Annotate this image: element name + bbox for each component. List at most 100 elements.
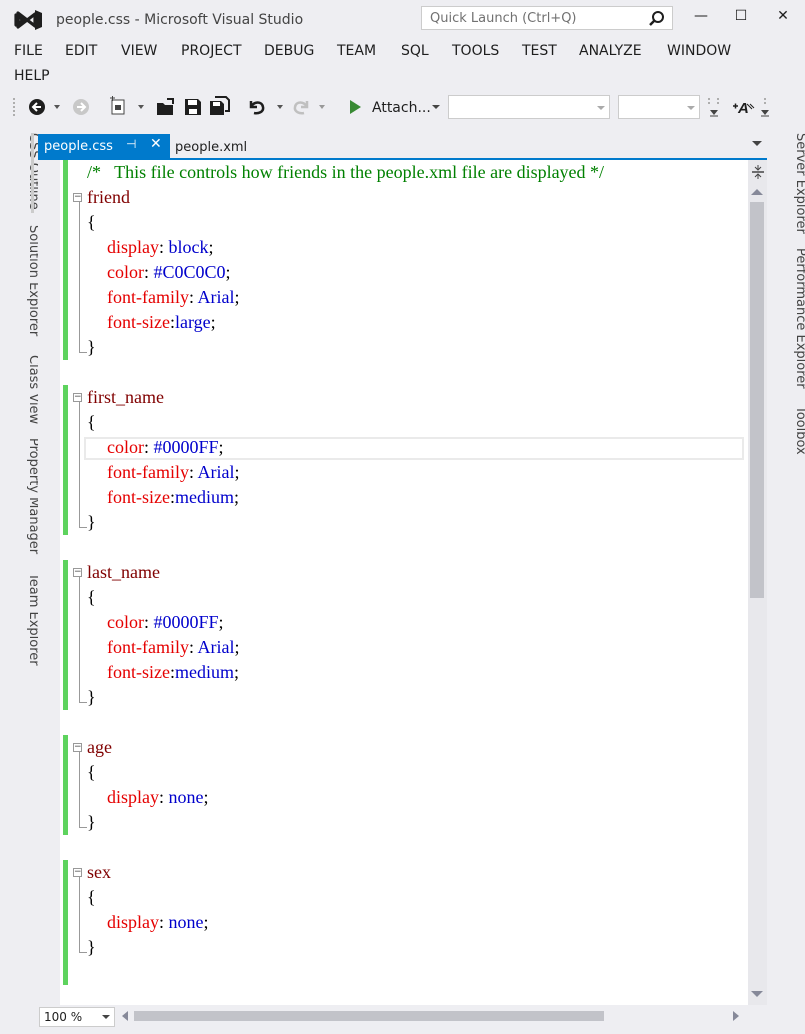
css-selector: friend [87, 187, 130, 207]
menu-debug[interactable]: DEBUG [264, 43, 314, 59]
css-selector: last_name [87, 562, 160, 582]
toolbar-grip-icon[interactable] [12, 96, 18, 120]
redo-icon[interactable] [292, 97, 332, 117]
css-semicolon: ; [234, 637, 240, 657]
close-tab-icon[interactable]: ✕ [150, 136, 162, 152]
css-property: font-size [107, 487, 170, 507]
css-value: large [175, 312, 211, 332]
tab-server-explorer[interactable]: Server Explorer [793, 133, 805, 234]
editor-margin [38, 160, 60, 1005]
save-all-icon[interactable] [208, 95, 232, 117]
menu-file[interactable]: FILE [14, 43, 43, 59]
forward-icon[interactable] [72, 98, 92, 116]
split-window-icon[interactable] [751, 164, 765, 180]
collapse-icon[interactable]: − [73, 393, 82, 402]
platform-combo[interactable] [618, 95, 700, 119]
css-declaration: font-size:large; [107, 310, 216, 335]
scroll-up-icon[interactable] [751, 188, 763, 196]
save-icon[interactable] [183, 97, 203, 117]
tab-toolbox[interactable]: Toolbox [793, 406, 805, 455]
css-separator: : [159, 912, 169, 932]
menu-test[interactable]: TEST [522, 43, 557, 59]
css-declaration: font-family: Arial; [107, 460, 240, 485]
maximize-button[interactable]: ☐ [730, 8, 752, 28]
close-brace: } [87, 337, 96, 357]
menu-window[interactable]: WINDOW [667, 43, 731, 59]
toolbar-options-icon[interactable] [705, 96, 723, 120]
change-indicator [63, 960, 68, 985]
css-selector: sex [87, 862, 111, 882]
css-separator: : [188, 637, 198, 657]
horizontal-scroll-thumb[interactable] [134, 1011, 604, 1021]
menu-project[interactable]: PROJECT [181, 43, 242, 59]
vertical-scroll-thumb[interactable] [750, 202, 764, 598]
css-value: #0000FF [153, 437, 219, 457]
css-semicolon: ; [203, 787, 209, 807]
overflow-icon[interactable] [760, 96, 770, 120]
search-icon[interactable] [648, 10, 666, 28]
attach-button[interactable]: Attach... [372, 100, 431, 116]
menu-sql[interactable]: SQL [401, 43, 429, 59]
configuration-combo[interactable] [448, 95, 610, 119]
tab-people-xml[interactable]: people.xml [175, 140, 247, 155]
menu-tools[interactable]: TOOLS [452, 43, 499, 59]
css-semicolon: ; [210, 312, 216, 332]
chevron-down-icon [597, 106, 605, 110]
quick-launch-placeholder: Quick Launch (Ctrl+Q) [430, 11, 577, 26]
quick-launch-input[interactable]: Quick Launch (Ctrl+Q) [421, 6, 673, 30]
css-semicolon: ; [234, 662, 240, 682]
css-declaration: color: #0000FF; [107, 610, 224, 635]
back-icon[interactable] [28, 98, 62, 116]
collapse-icon[interactable]: − [73, 743, 82, 752]
menu-team[interactable]: TEAM [337, 43, 376, 59]
css-property: font-family [107, 637, 189, 657]
open-file-icon[interactable] [155, 97, 177, 117]
text-format-icon[interactable]: A [732, 96, 756, 118]
attach-dropdown-icon[interactable] [432, 105, 440, 110]
css-property: font-family [107, 287, 189, 307]
change-indicator [63, 385, 68, 535]
new-project-icon[interactable] [108, 96, 148, 118]
css-semicolon: ; [208, 237, 214, 257]
css-semicolon: ; [203, 912, 209, 932]
menu-view[interactable]: VIEW [121, 43, 157, 59]
close-brace: } [87, 512, 96, 532]
menu-analyze[interactable]: ANALYZE [579, 43, 642, 59]
css-semicolon: ; [234, 287, 240, 307]
css-value: Arial [197, 462, 235, 482]
zoom-combo[interactable]: 100 % [39, 1007, 115, 1027]
svg-text:A: A [737, 100, 749, 117]
visual-studio-logo-icon [14, 10, 42, 30]
css-semicolon: ; [234, 487, 240, 507]
change-indicator [63, 860, 68, 960]
menu-edit[interactable]: EDIT [65, 43, 97, 59]
collapse-icon[interactable]: − [73, 568, 82, 577]
css-property: display [107, 787, 159, 807]
change-indicator [63, 160, 68, 185]
tab-people-css[interactable]: people.css ⊣ ✕ [38, 134, 170, 158]
css-property: font-size [107, 662, 170, 682]
css-declaration: color: #C0C0C0; [107, 260, 231, 285]
css-semicolon: ; [234, 462, 240, 482]
start-icon[interactable] [348, 99, 362, 115]
pin-icon[interactable]: ⊣ [126, 137, 136, 151]
scroll-down-icon[interactable] [751, 990, 763, 998]
css-property: color [107, 437, 144, 457]
css-value: #C0C0C0 [153, 262, 226, 282]
collapse-icon[interactable]: − [73, 868, 82, 877]
menu-help[interactable]: HELP [14, 68, 50, 84]
css-declaration: font-family: Arial; [107, 285, 240, 310]
zoom-level: 100 % [44, 1010, 83, 1024]
scroll-left-icon[interactable] [121, 1011, 129, 1021]
css-separator: : [188, 287, 198, 307]
tab-dropdown-icon[interactable] [752, 141, 762, 147]
fold-guide [79, 577, 87, 703]
undo-icon[interactable] [246, 97, 286, 117]
tab-performance-explorer[interactable]: Performance Explorer [793, 248, 805, 389]
minimize-button[interactable]: — [690, 8, 712, 28]
css-semicolon: ; [225, 262, 231, 282]
close-window-button[interactable]: ✕ [772, 8, 794, 28]
css-separator: : [143, 612, 154, 632]
collapse-icon[interactable]: − [73, 193, 82, 202]
scroll-right-icon[interactable] [732, 1011, 740, 1021]
